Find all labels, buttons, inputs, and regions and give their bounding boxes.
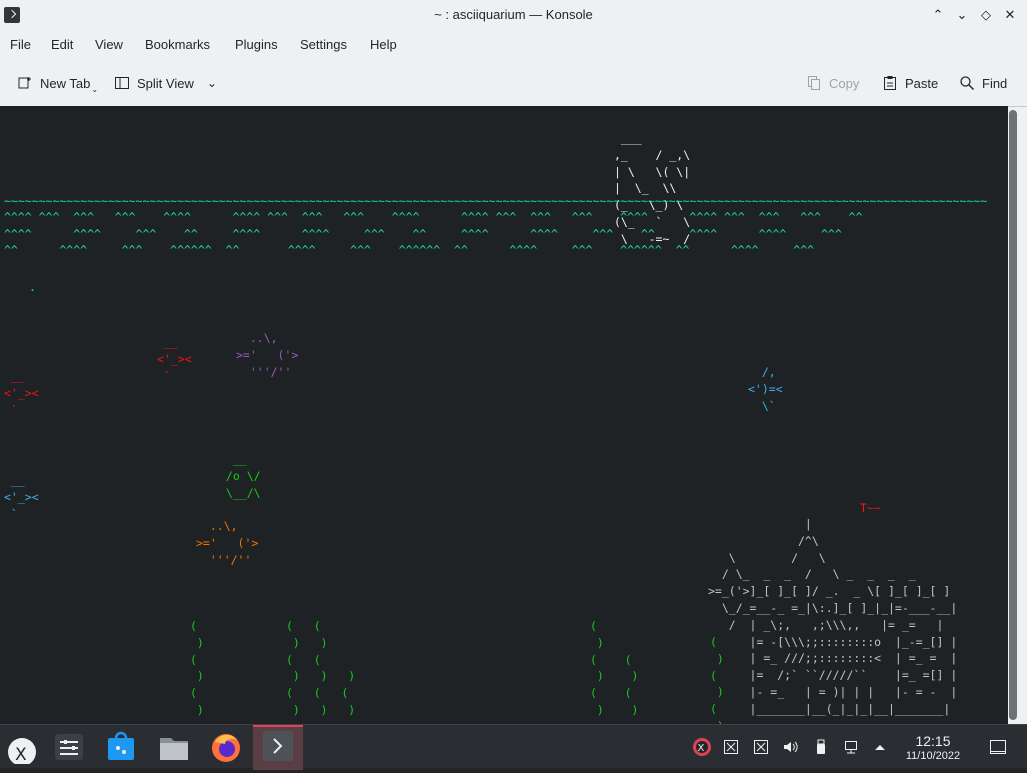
terminal-view[interactable]: ___ ,_ / _,\ | \ \( \| | \_ \\ (_ \_) \ … bbox=[0, 106, 1008, 724]
show-hidden-icon[interactable] bbox=[872, 739, 888, 755]
new-tab-icon bbox=[17, 75, 33, 91]
konsole-window: ~ : asciiquarium — Konsole ⌃ ⌄ ◇ ✕ File … bbox=[0, 0, 1027, 724]
terminal-scrollbar[interactable] bbox=[1009, 110, 1017, 720]
paste-button[interactable]: Paste bbox=[882, 73, 938, 93]
volume-icon[interactable] bbox=[782, 739, 798, 755]
ascii-fish: /, <')=< \` bbox=[748, 365, 783, 413]
seaweed: ( ( ) ) ( ( ) ) ) ( ( ( ) ) ) bbox=[286, 619, 356, 717]
firefox-icon[interactable] bbox=[209, 730, 243, 764]
discover-store-icon[interactable] bbox=[104, 730, 138, 764]
bubble: . bbox=[29, 280, 36, 294]
ascii-fish: ..\, >=' ('> '''/'' bbox=[196, 519, 259, 567]
ascii-fish: __ <'_>< ` bbox=[157, 335, 192, 383]
ascii-fish: __ /o \/ \__/\ bbox=[225, 452, 261, 500]
paste-icon bbox=[882, 75, 898, 91]
maximize-button[interactable]: ◇ bbox=[976, 5, 996, 25]
menu-view[interactable]: View bbox=[95, 37, 123, 52]
xcreensaver-icon[interactable]: X bbox=[692, 737, 712, 757]
seaweed: ( ) ( ) ( ) bbox=[710, 635, 724, 724]
seaweed: ( ) ( ( ) ) ( ( ) ) bbox=[590, 619, 639, 717]
konsole-icon[interactable] bbox=[253, 725, 303, 770]
svg-text:X: X bbox=[698, 743, 705, 754]
menu-edit[interactable]: Edit bbox=[51, 37, 73, 52]
window-title: ~ : asciiquarium — Konsole bbox=[434, 7, 593, 22]
menu-bookmarks[interactable]: Bookmarks bbox=[145, 37, 210, 52]
split-view-icon bbox=[114, 75, 130, 91]
title-bar[interactable]: ~ : asciiquarium — Konsole ⌃ ⌄ ◇ ✕ bbox=[0, 0, 1027, 30]
paste-label: Paste bbox=[905, 75, 939, 91]
network-icon[interactable] bbox=[843, 739, 859, 755]
water-line-3: ^^^^ ^^^^ ^^^ ^^ ^^^^ ^^^^ ^^^ ^^ ^^^^ ^… bbox=[4, 227, 842, 241]
copy-icon bbox=[806, 75, 822, 91]
ascii-fish: __ <'_>< ` bbox=[4, 369, 39, 417]
clock-date[interactable]: 11/10/2022 bbox=[894, 750, 972, 762]
taskbar: X X 12:15 11/10/2022 bbox=[0, 724, 1027, 770]
chevron-down-icon[interactable]: ⌄ bbox=[207, 76, 217, 90]
ascii-fish: ..\, >=' ('> '''/'' bbox=[236, 331, 299, 379]
castle-flag: T~~ bbox=[860, 501, 881, 515]
menu-help[interactable]: Help bbox=[370, 37, 397, 52]
ascii-castle: | /^\ \ / \ / \_ _ _ / \ _ _ _ _ >=_('>]… bbox=[708, 517, 958, 716]
water-line-4: ^^ ^^^^ ^^^ ^^^^^^ ^^ ^^^^ ^^^ ^^^^^^ ^^… bbox=[4, 243, 815, 257]
menu-settings[interactable]: Settings bbox=[300, 37, 347, 52]
application-launcher-icon[interactable]: X bbox=[4, 730, 38, 766]
new-tab-menu-arrow-icon[interactable]: ⌄ bbox=[91, 85, 98, 94]
usb-device-icon[interactable] bbox=[813, 739, 829, 755]
ascii-fish: __ <'_>< ` bbox=[4, 473, 39, 521]
water-line-2: ^^^^ ^^^ ^^^ ^^^ ^^^^ ^^^^ ^^^ ^^^ ^^^ ^… bbox=[4, 210, 863, 224]
clock-time[interactable]: 12:15 bbox=[894, 733, 972, 749]
system-settings-icon[interactable] bbox=[52, 730, 86, 764]
find-label: Find bbox=[982, 75, 1008, 91]
menu-file[interactable]: File bbox=[10, 37, 31, 52]
split-view-button[interactable]: Split View ⌄ bbox=[114, 73, 217, 93]
svg-text:X: X bbox=[15, 745, 27, 764]
menu-plugins[interactable]: Plugins bbox=[235, 37, 278, 52]
split-view-label: Split View bbox=[137, 75, 194, 91]
show-desktop-icon[interactable] bbox=[989, 738, 1007, 756]
keep-above-button[interactable]: ⌃ bbox=[928, 5, 948, 25]
minimize-button[interactable]: ⌄ bbox=[952, 5, 972, 25]
water-line-1: ~~~~~~~~~~~~~~~~~~~~~~~~~~~~~~~~~~~~~~~~… bbox=[4, 194, 988, 208]
dolphin-file-manager-icon[interactable] bbox=[157, 730, 191, 764]
display-icon[interactable] bbox=[723, 739, 739, 755]
search-icon bbox=[959, 75, 975, 91]
seaweed: ( ) ( ) ( ) bbox=[190, 619, 204, 717]
main-toolbar: New Tab ⌄ Split View ⌄ Copy Paste Find bbox=[0, 60, 1027, 107]
copy-label: Copy bbox=[829, 75, 860, 91]
copy-button[interactable]: Copy bbox=[806, 73, 859, 93]
display-2-icon[interactable] bbox=[753, 739, 769, 755]
new-tab-button[interactable]: New Tab ⌄ bbox=[17, 73, 98, 94]
menu-bar: File Edit View Bookmarks Plugins Setting… bbox=[0, 30, 1027, 60]
close-button[interactable]: ✕ bbox=[1000, 5, 1020, 25]
new-tab-label: New Tab bbox=[40, 75, 91, 91]
find-button[interactable]: Find bbox=[959, 73, 1007, 93]
